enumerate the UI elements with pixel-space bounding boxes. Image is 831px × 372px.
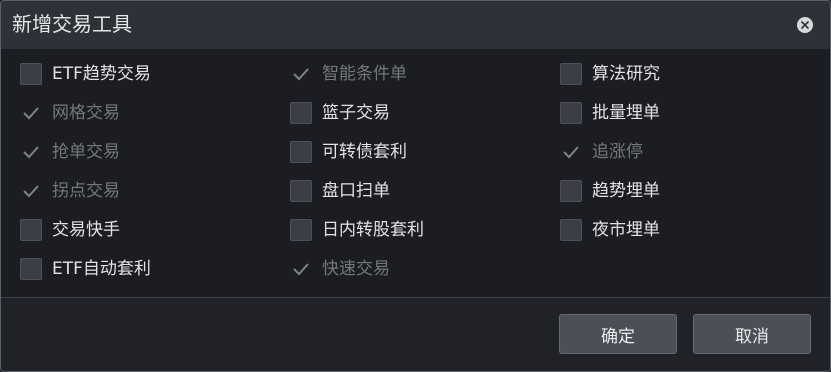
option-label: 网格交易 <box>52 103 120 123</box>
option-label: 智能条件单 <box>322 64 407 84</box>
checkbox[interactable] <box>560 180 582 202</box>
option-trend-pending-order[interactable]: 趋势埋单 <box>560 179 660 203</box>
checkbox[interactable] <box>20 63 42 85</box>
checkbox[interactable] <box>560 63 582 85</box>
close-icon[interactable] <box>797 17 813 33</box>
option-limit-up-chase[interactable]: 追涨停 <box>560 140 643 164</box>
checkbox[interactable] <box>290 141 312 163</box>
add-trading-tool-dialog: 新增交易工具 ETF趋势交易 网格交易 抢单交易 拐点交易 交易快手 ETF自动… <box>0 0 831 372</box>
option-label: 批量埋单 <box>592 103 660 123</box>
option-label: 日内转股套利 <box>322 220 424 240</box>
option-label: 交易快手 <box>52 220 120 240</box>
checkmark-icon <box>23 107 39 120</box>
option-order-book-sweep[interactable]: 盘口扫单 <box>290 179 390 203</box>
option-intraday-conversion-arbitrage[interactable]: 日内转股套利 <box>290 218 424 242</box>
option-label: 追涨停 <box>592 142 643 162</box>
checkbox[interactable] <box>290 219 312 241</box>
tool-options-panel: ETF趋势交易 网格交易 抢单交易 拐点交易 交易快手 ETF自动套利 智能条件… <box>1 49 830 297</box>
option-label: 算法研究 <box>592 64 660 84</box>
option-night-market-pending-order[interactable]: 夜市埋单 <box>560 218 660 242</box>
option-smart-conditional-order[interactable]: 智能条件单 <box>290 62 407 86</box>
option-etf-auto-arbitrage[interactable]: ETF自动套利 <box>20 257 151 281</box>
option-label: 拐点交易 <box>52 181 120 201</box>
checkmark-icon <box>563 146 579 159</box>
option-label: 夜市埋单 <box>592 220 660 240</box>
checkmark-icon <box>23 185 39 198</box>
option-fast-trading[interactable]: 快速交易 <box>290 257 390 281</box>
checkmark-icon <box>293 68 309 81</box>
dialog-title: 新增交易工具 <box>12 12 132 36</box>
dialog-titlebar: 新增交易工具 <box>1 1 830 49</box>
option-label: ETF趋势交易 <box>52 64 151 84</box>
checkbox[interactable] <box>290 180 312 202</box>
option-label: ETF自动套利 <box>52 259 151 279</box>
checkbox[interactable] <box>20 219 42 241</box>
option-quick-trader[interactable]: 交易快手 <box>20 218 120 242</box>
checkbox[interactable] <box>560 219 582 241</box>
checkbox[interactable] <box>560 102 582 124</box>
option-etf-trend-trading[interactable]: ETF趋势交易 <box>20 62 151 86</box>
option-algorithm-research[interactable]: 算法研究 <box>560 62 660 86</box>
option-batch-pending-order[interactable]: 批量埋单 <box>560 101 660 125</box>
option-label: 可转债套利 <box>322 142 407 162</box>
option-basket-trading[interactable]: 篮子交易 <box>290 101 390 125</box>
cancel-button[interactable]: 取消 <box>693 314 811 354</box>
option-label: 快速交易 <box>322 259 390 279</box>
ok-button[interactable]: 确定 <box>559 314 677 354</box>
option-convertible-bond-arbitrage[interactable]: 可转债套利 <box>290 140 407 164</box>
option-label: 盘口扫单 <box>322 181 390 201</box>
checkmark-icon <box>293 263 309 276</box>
option-label: 趋势埋单 <box>592 181 660 201</box>
option-turning-point-trading[interactable]: 拐点交易 <box>20 179 120 203</box>
option-label: 篮子交易 <box>322 103 390 123</box>
checkbox[interactable] <box>20 258 42 280</box>
option-grid-trading[interactable]: 网格交易 <box>20 101 120 125</box>
checkbox[interactable] <box>290 102 312 124</box>
option-rush-order-trading[interactable]: 抢单交易 <box>20 140 120 164</box>
checkmark-icon <box>23 146 39 159</box>
option-label: 抢单交易 <box>52 142 120 162</box>
